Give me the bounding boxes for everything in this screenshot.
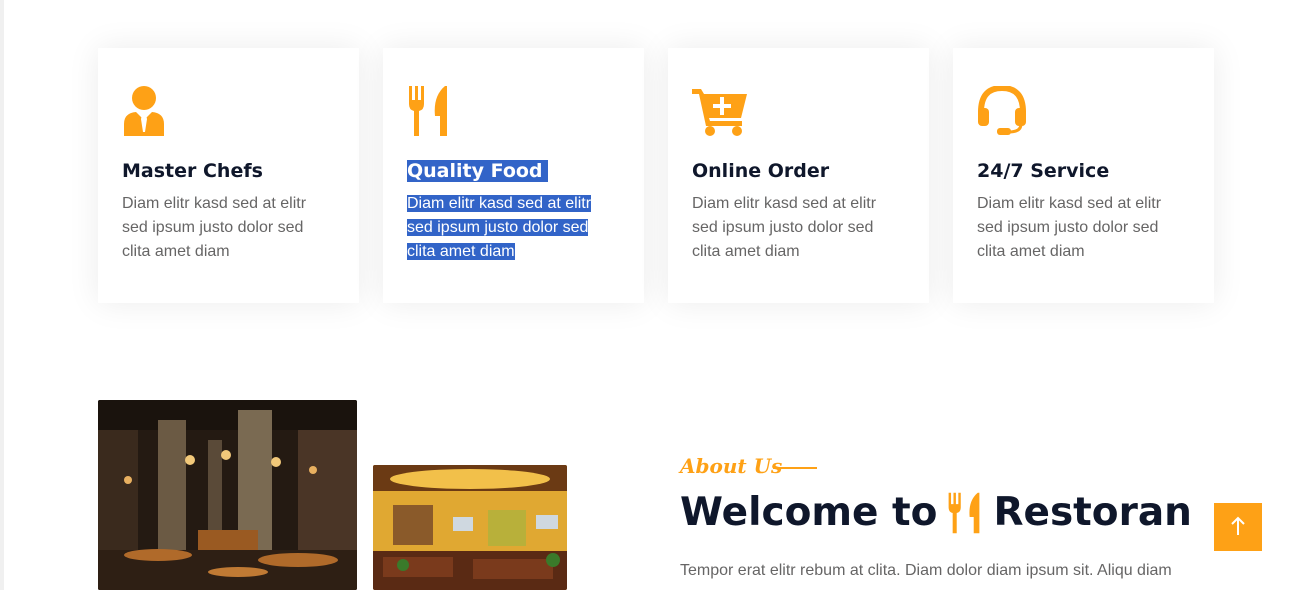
chef-icon (122, 86, 178, 138)
headset-icon (977, 84, 1033, 138)
service-title: 24/7 Service (977, 160, 1110, 182)
service-title: Quality Food (407, 158, 548, 184)
service-card-master-chefs: Master Chefs Diam elitr kasd sed at elit… (98, 48, 359, 303)
service-description: Diam elitr kasd sed at elitr sed ipsum j… (122, 195, 307, 260)
cart-plus-icon (692, 86, 748, 138)
service-description: Diam elitr kasd sed at elitr sed ipsum j… (407, 195, 592, 260)
service-card-24-7-service: 24/7 Service Diam elitr kasd sed at elit… (953, 48, 1214, 303)
service-description: Diam elitr kasd sed at elitr sed ipsum j… (977, 195, 1162, 260)
about-paragraph: Tempor erat elitr rebum at clita. Diam d… (680, 562, 1172, 579)
service-card-online-order: Online Order Diam elitr kasd sed at elit… (668, 48, 929, 303)
restaurant-dining-photo (373, 465, 567, 590)
service-title: Online Order (692, 160, 830, 182)
about-subtitle: About Us (680, 454, 783, 478)
utensils-icon (407, 86, 463, 138)
page-edge (0, 0, 4, 590)
arrow-up-icon (1230, 516, 1246, 539)
about-title-prefix: Welcome to (680, 490, 938, 535)
service-card-quality-food: Quality Food Diam elitr kasd sed at elit… (383, 48, 644, 303)
back-to-top-button[interactable] (1214, 503, 1262, 551)
utensils-icon (947, 492, 985, 534)
about-subtitle-line (773, 467, 817, 469)
service-title: Master Chefs (122, 160, 263, 182)
about-title-brand: Restoran (993, 490, 1192, 535)
about-title: Welcome to Restoran (680, 488, 1192, 538)
service-description: Diam elitr kasd sed at elitr sed ipsum j… (692, 195, 877, 260)
restaurant-interior-photo (98, 400, 357, 590)
